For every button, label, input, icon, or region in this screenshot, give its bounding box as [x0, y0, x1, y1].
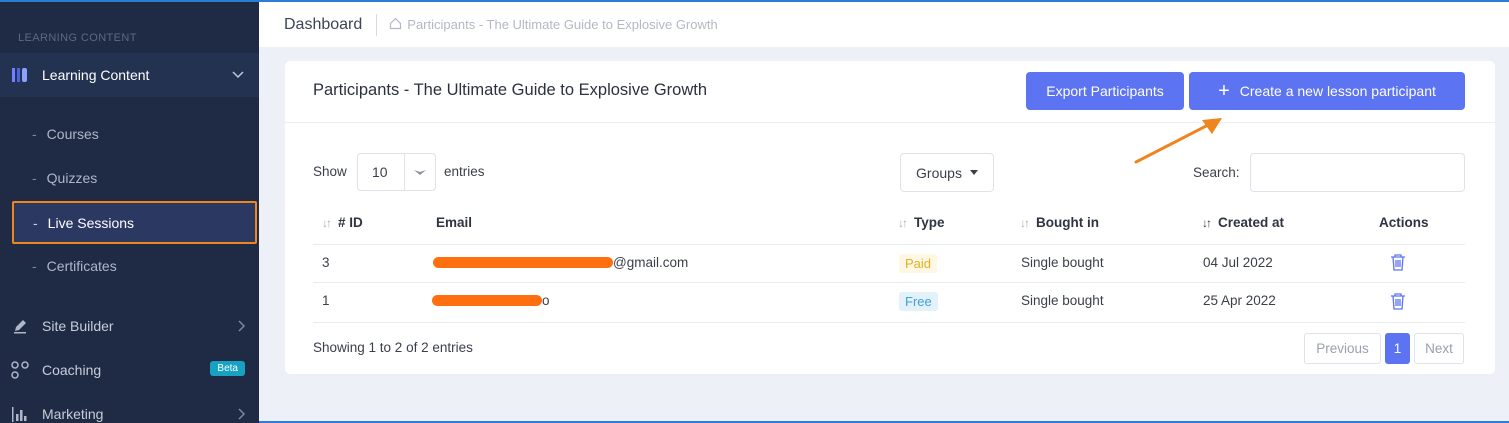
sidebar-subitem-label: Courses [46, 126, 99, 142]
trash-icon[interactable] [1390, 292, 1406, 315]
cell-email: o [542, 293, 550, 308]
column-label: # ID [338, 215, 363, 230]
column-label: Email [436, 215, 473, 230]
row-divider [313, 282, 1465, 283]
chevron-down-icon [404, 154, 435, 190]
chevron-down-icon [231, 67, 245, 84]
top-bar: Dashboard Participants - The Ultimate Gu… [259, 2, 1509, 47]
column-label: Bought in [1036, 215, 1099, 230]
sidebar-subitem-label: Quizzes [46, 170, 98, 186]
sort-icon: ↓↑ [1020, 215, 1030, 230]
column-header-actions: Actions [1379, 215, 1429, 230]
column-header-id[interactable]: ↓↑ # ID [322, 215, 363, 230]
sort-icon: ↓↑ [898, 215, 908, 230]
pagination-page[interactable]: 1 [1385, 333, 1410, 364]
page-size-select[interactable]: 10 [357, 153, 436, 191]
sidebar: LEARNING CONTENT Learning Content - Cours… [0, 2, 259, 423]
annotation-arrow [1134, 118, 1222, 164]
column-label: Actions [1379, 215, 1429, 230]
sidebar-item-label: Learning Content [42, 67, 150, 83]
sidebar-subitem-label: Certificates [46, 258, 117, 274]
home-icon [389, 17, 407, 33]
type-badge-free: Free [899, 292, 938, 311]
cell-created-at: 04 Jul 2022 [1203, 255, 1273, 270]
sort-desc-icon: ↓↑ [1202, 215, 1212, 230]
pencil-icon [10, 317, 30, 335]
cell-id: 1 [322, 293, 330, 308]
chevron-right-icon [235, 319, 247, 336]
cell-bought-in: Single bought [1021, 255, 1104, 270]
create-participant-label: Create a new lesson participant [1239, 83, 1436, 99]
participants-card: Participants - The Ultimate Guide to Exp… [285, 61, 1495, 374]
breadcrumb[interactable]: Participants - The Ultimate Guide to Exp… [389, 17, 718, 33]
sidebar-item-learning-content[interactable]: Learning Content [0, 53, 259, 97]
sidebar-subitem-quizzes[interactable]: - Quizzes [32, 170, 97, 186]
sidebar-item-site-builder[interactable]: Site Builder [0, 311, 259, 341]
export-participants-button[interactable]: Export Participants [1026, 72, 1184, 110]
page-size-value: 10 [372, 164, 388, 180]
column-header-created-at[interactable]: ↓↑ Created at [1202, 215, 1284, 230]
sidebar-section-label: LEARNING CONTENT [18, 32, 137, 44]
entries-label: entries [444, 164, 485, 179]
column-label: Type [914, 215, 945, 230]
row-divider [313, 322, 1465, 323]
caret-down-icon [969, 170, 978, 175]
plus-icon: + [1218, 80, 1230, 102]
sidebar-subitem-certificates[interactable]: - Certificates [32, 258, 117, 274]
search-input[interactable] [1250, 153, 1465, 192]
sidebar-item-label: Site Builder [42, 318, 114, 334]
column-label: Created at [1218, 215, 1285, 230]
table-info: Showing 1 to 2 of 2 entries [313, 340, 473, 355]
cell-created-at: 25 Apr 2022 [1203, 293, 1276, 308]
cell-bought-in: Single bought [1021, 293, 1104, 308]
bar-chart-icon [10, 405, 30, 423]
sort-icon: ↓↑ [322, 215, 332, 230]
page-title: Dashboard [284, 13, 378, 36]
sidebar-subitem-courses[interactable]: - Courses [32, 126, 99, 142]
redaction-mark [432, 295, 542, 306]
sidebar-subitem-label: Live Sessions [47, 214, 135, 231]
groups-label: Groups [916, 164, 962, 181]
cell-email: @gmail.com [613, 255, 689, 270]
pagination-next[interactable]: Next [1414, 333, 1464, 364]
card-title: Participants - The Ultimate Guide to Exp… [313, 81, 708, 99]
column-header-type[interactable]: ↓↑ Type [898, 215, 945, 230]
create-participant-button[interactable]: + Create a new lesson participant [1189, 72, 1465, 110]
nodes-icon [10, 361, 30, 379]
column-header-email[interactable]: Email [436, 215, 472, 230]
redaction-mark [433, 257, 613, 268]
type-badge-paid: Paid [899, 254, 938, 273]
sidebar-subitem-live-sessions[interactable]: - Live Sessions [12, 201, 257, 244]
sidebar-item-coaching[interactable]: Coaching Beta [0, 355, 259, 385]
card-header: Participants - The Ultimate Guide to Exp… [285, 61, 1495, 123]
sidebar-item-label: Coaching [42, 362, 102, 378]
book-icon [10, 66, 30, 84]
show-label: Show [313, 164, 347, 179]
sidebar-item-marketing[interactable]: Marketing [0, 399, 259, 423]
breadcrumb-label: Participants - The Ultimate Guide to Exp… [407, 17, 718, 32]
sidebar-item-label: Marketing [42, 406, 104, 422]
groups-dropdown[interactable]: Groups [900, 153, 994, 192]
cell-id: 3 [322, 255, 330, 270]
trash-icon[interactable] [1390, 253, 1406, 276]
row-divider [313, 244, 1465, 245]
pagination-previous[interactable]: Previous [1304, 333, 1381, 364]
beta-badge: Beta [210, 361, 245, 376]
column-header-bought-in[interactable]: ↓↑ Bought in [1020, 215, 1099, 230]
chevron-right-icon [235, 407, 247, 423]
